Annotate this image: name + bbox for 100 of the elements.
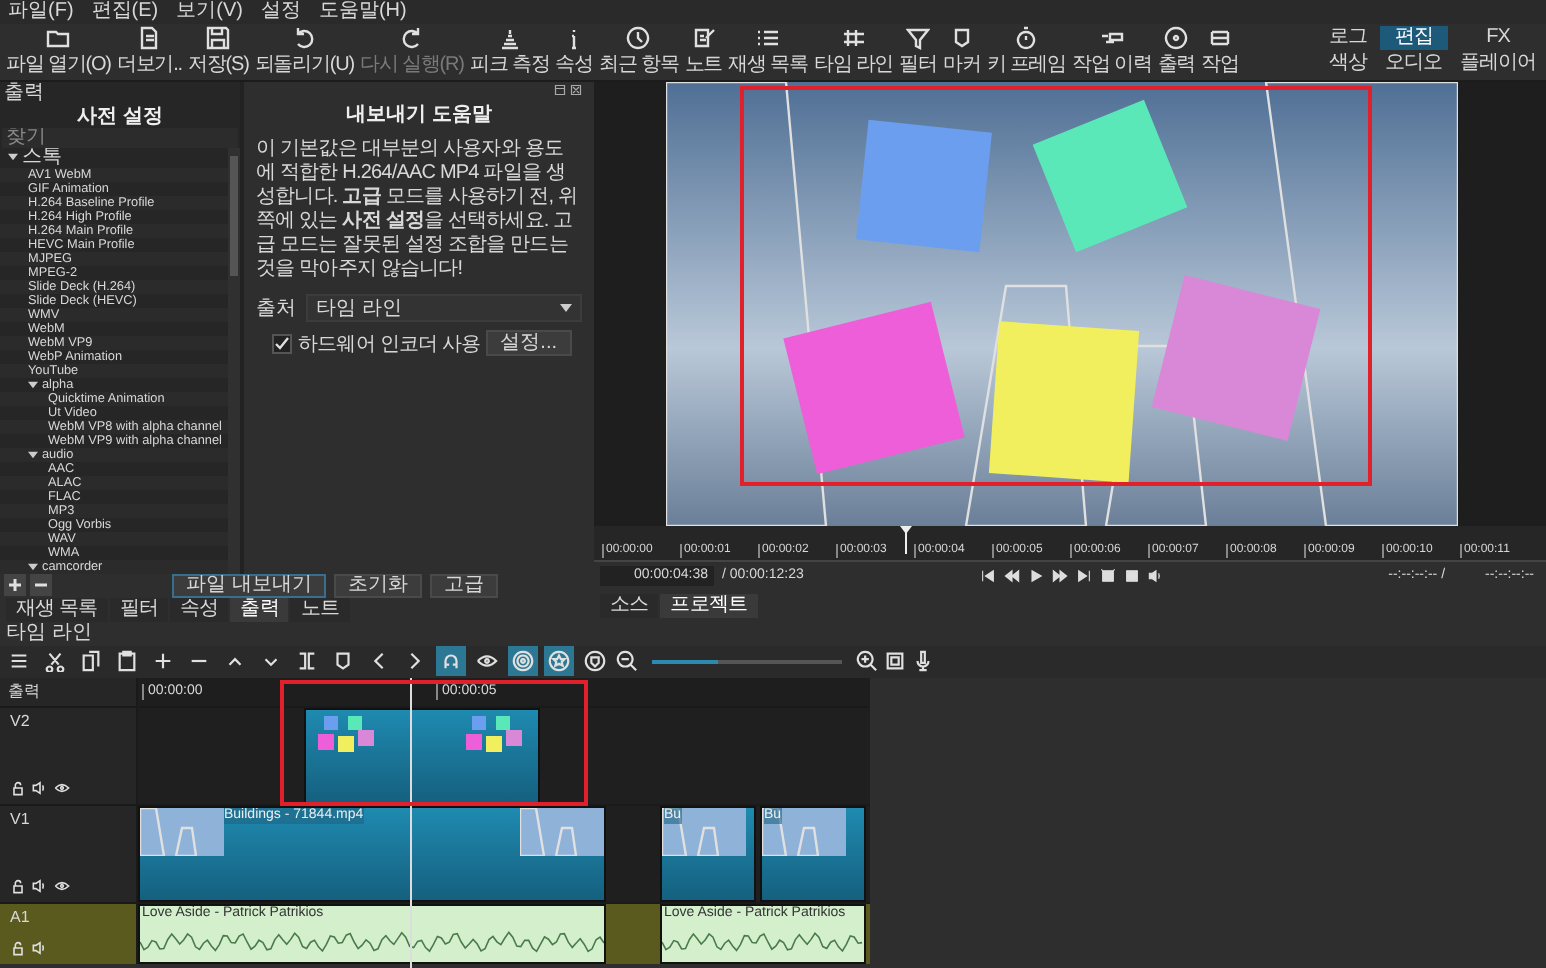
add-button[interactable] bbox=[4, 574, 26, 597]
menu-item[interactable]: 파일(F) bbox=[8, 0, 74, 24]
toolbar-button[interactable]: 재생 목록 bbox=[726, 25, 810, 78]
track-header[interactable]: A1 bbox=[0, 903, 136, 964]
remove-button[interactable] bbox=[30, 574, 52, 597]
speaker-icon[interactable] bbox=[32, 939, 48, 956]
export-button[interactable]: 초기화 bbox=[334, 573, 422, 598]
presets-heading: 사전 설정 bbox=[75, 105, 165, 128]
video-clip[interactable] bbox=[304, 707, 540, 804]
track-name: V1 bbox=[10, 809, 32, 828]
toolbar-button[interactable]: 파일 열기(O) bbox=[4, 25, 113, 78]
timeline-tool-button[interactable] bbox=[436, 646, 466, 677]
eye-icon[interactable] bbox=[54, 877, 70, 894]
toolbar-button[interactable]: 속성 bbox=[553, 25, 595, 78]
menu-item[interactable]: 설정 bbox=[260, 0, 301, 24]
split-icon bbox=[296, 650, 318, 673]
panel-tab[interactable]: 재생 목록 bbox=[6, 597, 108, 622]
player-tab[interactable]: 소스 bbox=[600, 593, 659, 618]
panel-tab[interactable]: 출력 bbox=[230, 597, 289, 622]
toolbar-button[interactable]: 출력 bbox=[1155, 25, 1198, 78]
layout-tab[interactable]: 플레이어 bbox=[1454, 52, 1542, 77]
funnel-icon bbox=[906, 25, 931, 50]
toolbar-button[interactable]: 타임 라인 bbox=[811, 25, 896, 78]
microphone-icon[interactable] bbox=[912, 650, 934, 673]
source-dropdown[interactable]: 타임 라인 bbox=[306, 293, 582, 322]
scissors-icon bbox=[44, 650, 66, 673]
scrollbar[interactable] bbox=[228, 147, 240, 574]
target-icon bbox=[512, 650, 534, 673]
redo-icon bbox=[399, 25, 424, 50]
panel-title: 출력 bbox=[2, 81, 46, 106]
eye-icon bbox=[476, 650, 498, 673]
expand-arrow-icon[interactable] bbox=[8, 152, 18, 163]
toolbar-button[interactable]: 키 프레임 bbox=[984, 25, 1069, 78]
panel-tab[interactable]: 노트 bbox=[290, 597, 350, 622]
toolbar-button[interactable]: 노트 bbox=[682, 25, 725, 78]
toolbar-button[interactable]: 필터 bbox=[897, 25, 939, 78]
menu-item[interactable]: 보기(V) bbox=[176, 0, 243, 24]
search-field[interactable]: 찾기 bbox=[2, 127, 238, 148]
zoom-in-icon[interactable] bbox=[856, 650, 878, 673]
track-header[interactable]: V1 bbox=[0, 805, 136, 902]
eye-icon[interactable] bbox=[54, 779, 70, 796]
zoom-frame-icon[interactable] bbox=[1099, 567, 1116, 584]
zoom-slider[interactable] bbox=[652, 659, 842, 664]
output-label: 출력 bbox=[8, 680, 42, 703]
timeline-tool-button[interactable] bbox=[544, 646, 574, 677]
lock-icon[interactable] bbox=[10, 939, 26, 956]
fast-forward-icon[interactable] bbox=[1051, 567, 1068, 584]
folder-icon bbox=[46, 25, 71, 50]
toolbar-button[interactable]: 저장(S) bbox=[185, 25, 251, 78]
layout-tab[interactable]: FX bbox=[1454, 26, 1542, 51]
expand-arrow-icon[interactable] bbox=[28, 449, 38, 460]
layout-tab[interactable]: 로그 bbox=[1323, 26, 1373, 51]
expand-arrow-icon[interactable] bbox=[28, 561, 38, 572]
thumbnail-drawing bbox=[140, 807, 224, 856]
export-button[interactable]: 고급 bbox=[430, 573, 498, 598]
list-icon bbox=[755, 25, 780, 50]
toolbar-button[interactable]: 되돌리기(U) bbox=[252, 25, 357, 78]
fit-icon[interactable] bbox=[884, 650, 906, 673]
toolbar-button[interactable]: 최근 항목 bbox=[596, 25, 681, 78]
thumbnail-drawing bbox=[520, 807, 604, 856]
menu-item[interactable]: 편집(E) bbox=[91, 0, 159, 24]
star-icon bbox=[548, 650, 570, 673]
playhead-icon[interactable] bbox=[900, 525, 912, 554]
plus-icon bbox=[6, 576, 24, 595]
expand-arrow-icon[interactable] bbox=[28, 379, 38, 390]
toolbar-button[interactable]: 마커 bbox=[940, 25, 983, 78]
layout-tab[interactable]: 오디오 bbox=[1379, 52, 1448, 77]
settings-button[interactable]: 설정... bbox=[486, 330, 572, 357]
layout-tab[interactable]: 편집 bbox=[1379, 26, 1448, 51]
timeline-tool-button[interactable] bbox=[580, 646, 610, 677]
lock-icon[interactable] bbox=[10, 779, 26, 796]
close-icon[interactable] bbox=[570, 83, 582, 96]
zoom-out-icon[interactable] bbox=[616, 650, 638, 673]
layout-tab[interactable]: 색상 bbox=[1323, 52, 1373, 77]
toolbar-button[interactable]: 피크 측정 bbox=[467, 25, 552, 78]
export-button[interactable]: 파일 내보내기 bbox=[172, 573, 326, 598]
thumbnail-drawing bbox=[464, 713, 524, 758]
float-icon[interactable] bbox=[554, 83, 566, 96]
timeline-tool-button[interactable] bbox=[508, 646, 538, 677]
toolbar-button[interactable]: 작업 이력 bbox=[1070, 25, 1154, 78]
volume-icon[interactable] bbox=[1147, 567, 1164, 584]
toolbar-button[interactable]: 더보기.. bbox=[114, 25, 184, 78]
playhead-line[interactable] bbox=[410, 677, 412, 968]
marker-icon bbox=[949, 25, 974, 50]
panel-tab[interactable]: 속성 bbox=[169, 597, 229, 622]
skip-start-icon[interactable] bbox=[979, 567, 996, 584]
rewind-icon[interactable] bbox=[1003, 567, 1020, 584]
speaker-icon[interactable] bbox=[32, 877, 48, 894]
panel-tab[interactable]: 필터 bbox=[109, 597, 168, 622]
skip-end-icon[interactable] bbox=[1075, 567, 1092, 584]
play-icon[interactable] bbox=[1027, 567, 1044, 584]
speaker-icon[interactable] bbox=[32, 779, 48, 796]
checkbox[interactable] bbox=[272, 333, 292, 354]
menu-item[interactable]: 도움말(H) bbox=[318, 0, 407, 24]
toolbar-button[interactable]: 작업 bbox=[1199, 25, 1241, 78]
track-name: A1 bbox=[10, 907, 32, 926]
track-header[interactable]: V2 bbox=[0, 707, 136, 804]
lock-icon[interactable] bbox=[10, 877, 26, 894]
player-tab[interactable]: 프로젝트 bbox=[660, 593, 758, 618]
panel-title: 타임 라인 bbox=[6, 621, 92, 644]
